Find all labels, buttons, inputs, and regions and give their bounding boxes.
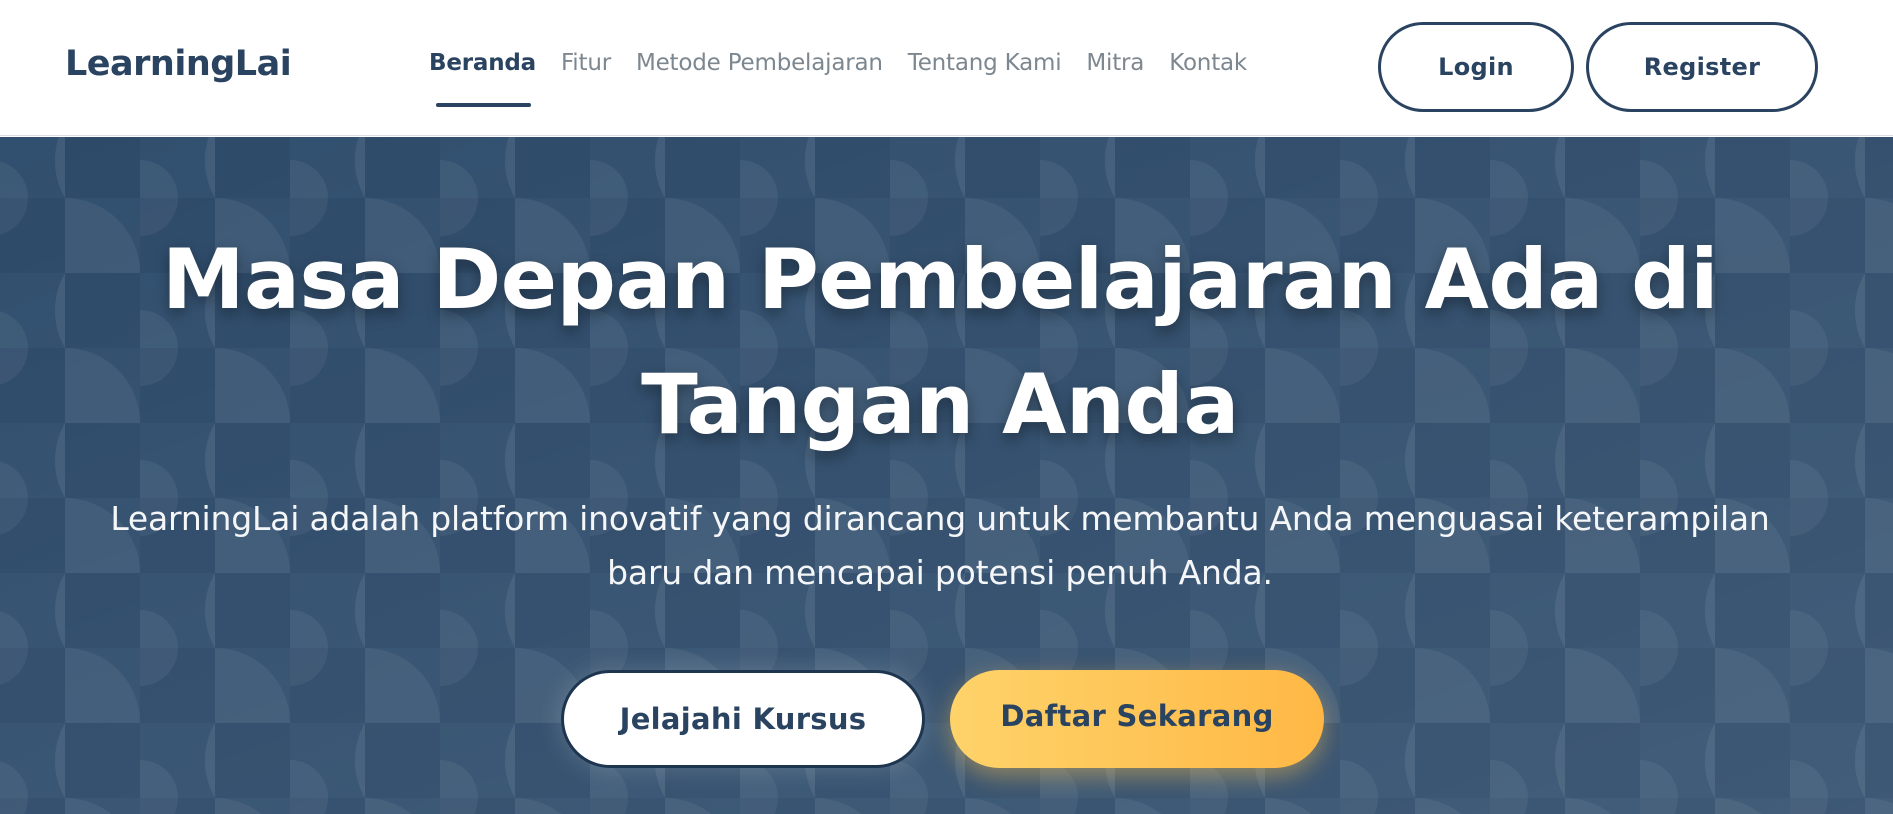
nav-link-fitur[interactable]: Fitur [561,50,611,76]
hero-title: Masa Depan Pembelajaran Ada di Tangan An… [161,231,1719,453]
hero-description: LearningLai adalah platform inovatif yan… [110,499,1770,592]
nav-link-mitra[interactable]: Mitra [1086,50,1144,76]
register-button[interactable]: Register [1586,22,1818,112]
brand-logo[interactable]: LearningLai [65,44,292,84]
sign-up-now-button[interactable]: Daftar Sekarang [950,670,1324,768]
login-button[interactable]: Login [1378,22,1574,112]
nav-link-metode-pembelajaran[interactable]: Metode Pembelajaran [636,50,883,76]
hero-section: Masa Depan Pembelajaran Ada di Tangan An… [0,137,1893,814]
explore-courses-button[interactable]: Jelajahi Kursus [561,670,925,768]
nav-links: Beranda Fitur Metode Pembelajaran Tentan… [429,50,1247,107]
nav-link-beranda[interactable]: Beranda [429,50,536,107]
nav-link-kontak[interactable]: Kontak [1169,50,1247,76]
navbar: LearningLai Beranda Fitur Metode Pembela… [0,0,1893,136]
nav-link-tentang-kami[interactable]: Tentang Kami [908,50,1062,76]
